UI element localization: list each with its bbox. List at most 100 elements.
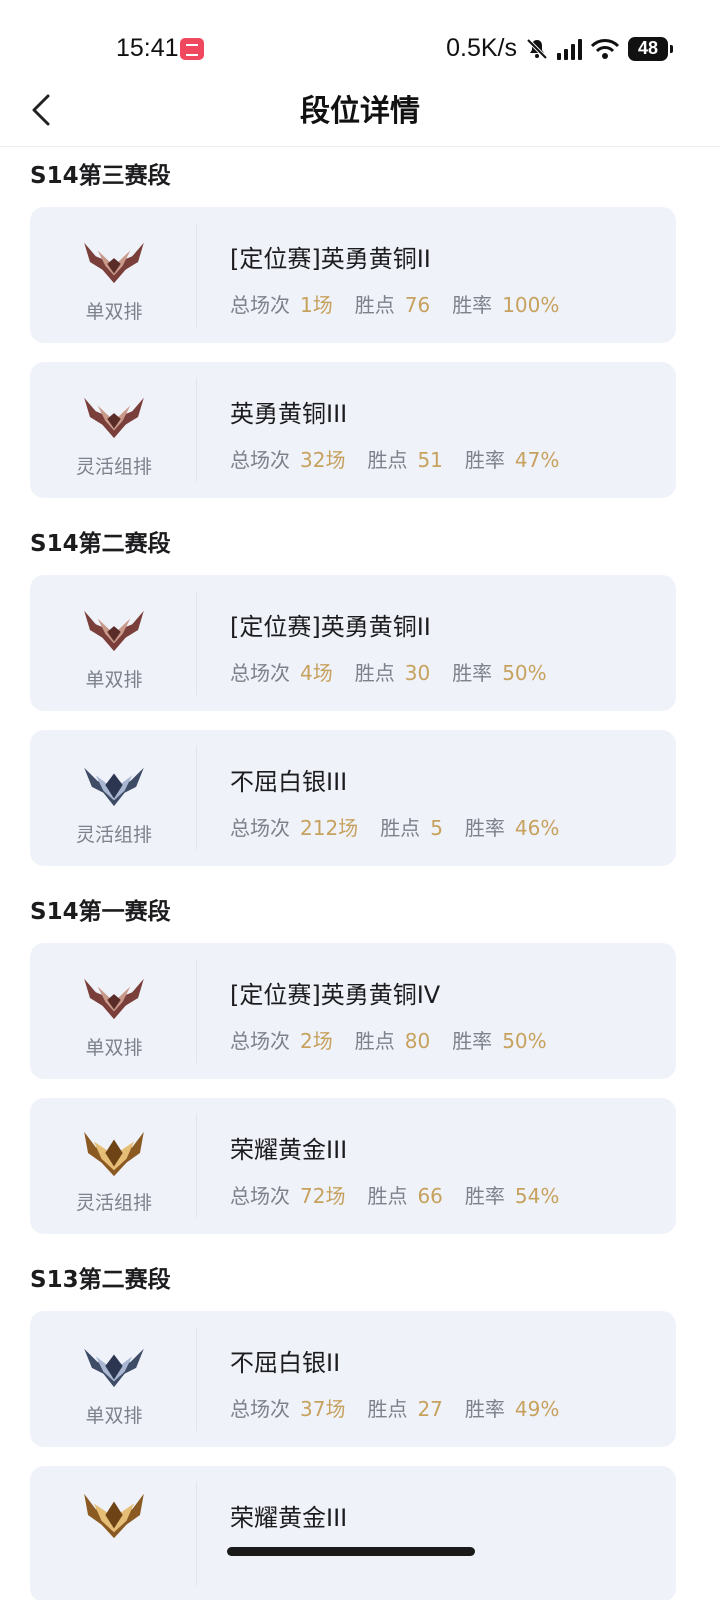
- gold-rank-emblem-icon: [84, 1493, 144, 1539]
- winrate-label: 胜率: [452, 293, 493, 317]
- divider: [196, 591, 197, 695]
- games-value: 212场: [300, 816, 359, 840]
- lp-value: 5: [430, 816, 443, 840]
- status-bar: 15:41 0.5K/s 48: [0, 0, 720, 96]
- winrate-value: 54%: [514, 1184, 560, 1208]
- stats-row: 总场次 4场 胜点 30 胜率 50%: [230, 657, 569, 686]
- lp-value: 76: [404, 293, 431, 317]
- lp-value: 80: [404, 1029, 431, 1053]
- divider: [196, 1327, 197, 1431]
- queue-label: 单双排: [85, 669, 143, 691]
- stats-row: 总场次 72场 胜点 66 胜率 54%: [230, 1180, 581, 1209]
- rank-name: 不屈白银II: [230, 1349, 341, 1377]
- rank-card[interactable]: 单双排 [定位赛]英勇黄铜II 总场次 4场 胜点 30 胜率 50%: [30, 575, 676, 711]
- bronze-rank-emblem-icon: [84, 397, 144, 439]
- winrate-value: 49%: [514, 1397, 560, 1421]
- winrate-label: 胜率: [452, 1029, 493, 1053]
- divider: [196, 378, 197, 482]
- lp-label: 胜点: [367, 1397, 408, 1421]
- games-value: 72场: [300, 1184, 346, 1208]
- queue-label: 单双排: [85, 1405, 143, 1427]
- battery-icon: 48: [628, 36, 673, 61]
- games-label: 总场次: [230, 1029, 290, 1053]
- winrate-value: 50%: [502, 661, 547, 685]
- page-title: 段位详情: [300, 94, 420, 129]
- games-label: 总场次: [230, 1184, 290, 1208]
- rank-card[interactable]: 灵活组排 荣耀黄金III 总场次 72场 胜点 66 胜率 54%: [30, 1098, 676, 1234]
- queue-label: 单双排: [85, 1037, 143, 1059]
- games-value: 37场: [300, 1397, 346, 1421]
- home-indicator[interactable]: [227, 1547, 475, 1556]
- bronze-rank-emblem-icon: [84, 242, 144, 284]
- season-section: S14第二赛段 单双排 [定位赛]英勇黄铜II 总场次 4场 胜点 30 胜率 50%…: [0, 528, 720, 866]
- rank-card[interactable]: 单双排 [定位赛]英勇黄铜IV 总场次 2场 胜点 80 胜率 50%: [30, 943, 676, 1079]
- lp-label: 胜点: [380, 816, 421, 840]
- games-label: 总场次: [230, 1397, 290, 1421]
- lp-value: 51: [417, 448, 443, 472]
- games-label: 总场次: [230, 448, 290, 472]
- games-value: 1场: [300, 293, 333, 317]
- queue-label: 灵活组排: [75, 456, 152, 478]
- bronze-rank-emblem-icon: [84, 978, 144, 1020]
- divider: [196, 746, 197, 850]
- nav-bar: 段位详情: [0, 94, 720, 147]
- season-title: S14第二赛段: [30, 531, 171, 557]
- winrate-value: 46%: [514, 816, 560, 840]
- games-label: 总场次: [230, 816, 290, 840]
- rank-name: [定位赛]英勇黄铜II: [230, 245, 431, 273]
- bronze-rank-emblem-icon: [84, 610, 144, 652]
- rank-card[interactable]: 单双排 [定位赛]英勇黄铜II 总场次 1场 胜点 76 胜率 100%: [30, 207, 676, 343]
- winrate-label: 胜率: [464, 1397, 505, 1421]
- queue-label: 单双排: [85, 301, 143, 323]
- queue-label: 灵活组排: [75, 824, 152, 846]
- lp-label: 胜点: [354, 1029, 395, 1053]
- stats-row: 总场次 212场 胜点 5 胜率 46%: [230, 812, 581, 841]
- rank-name: [定位赛]英勇黄铜IV: [230, 981, 441, 1009]
- winrate-value: 50%: [502, 1029, 547, 1053]
- games-value: 4场: [300, 661, 333, 685]
- lp-value: 27: [417, 1397, 443, 1421]
- wifi-icon: [590, 38, 620, 59]
- winrate-label: 胜率: [464, 448, 505, 472]
- rank-card[interactable]: 荣耀黄金III: [30, 1466, 676, 1600]
- season-title: S14第一赛段: [30, 899, 171, 925]
- rank-card[interactable]: 单双排 不屈白银II 总场次 37场 胜点 27 胜率 49%: [30, 1311, 676, 1447]
- games-label: 总场次: [230, 661, 290, 685]
- silver-rank-emblem-icon: [84, 1348, 144, 1388]
- season-section: S14第三赛段 单双排 [定位赛]英勇黄铜II 总场次 1场 胜点 76 胜率 100…: [0, 160, 720, 498]
- rank-list: S14第三赛段 单双排 [定位赛]英勇黄铜II 总场次 1场 胜点 76 胜率 100…: [0, 146, 720, 1600]
- games-value: 32场: [300, 448, 346, 472]
- stats-row: 总场次 2场 胜点 80 胜率 50%: [230, 1025, 569, 1054]
- winrate-label: 胜率: [464, 1184, 505, 1208]
- season-title: S13第二赛段: [30, 1267, 171, 1293]
- lp-label: 胜点: [367, 1184, 408, 1208]
- status-indicators: 0.5K/s 48: [446, 34, 673, 63]
- lp-value: 30: [404, 661, 431, 685]
- rank-name: 不屈白银III: [230, 768, 348, 796]
- games-value: 2场: [300, 1029, 333, 1053]
- rank-card[interactable]: 灵活组排 不屈白银III 总场次 212场 胜点 5 胜率 46%: [30, 730, 676, 866]
- rank-name: [定位赛]英勇黄铜II: [230, 613, 431, 641]
- games-label: 总场次: [230, 293, 290, 317]
- lp-label: 胜点: [354, 293, 395, 317]
- gold-rank-emblem-icon: [84, 1131, 144, 1177]
- notification-icon: [180, 38, 204, 60]
- rank-name: 荣耀黄金III: [230, 1504, 348, 1532]
- lp-label: 胜点: [354, 661, 395, 685]
- cell-signal-icon: [557, 38, 582, 60]
- stats-row: 总场次 32场 胜点 51 胜率 47%: [230, 444, 581, 473]
- queue-label: 灵活组排: [75, 1192, 152, 1214]
- rank-name: 荣耀黄金III: [230, 1136, 348, 1164]
- rank-card[interactable]: 灵活组排 英勇黄铜III 总场次 32场 胜点 51 胜率 47%: [30, 362, 676, 498]
- winrate-label: 胜率: [452, 661, 493, 685]
- divider: [196, 1114, 197, 1218]
- divider: [196, 1482, 197, 1586]
- status-time: 15:41: [116, 34, 179, 62]
- stats-row: 总场次 1场 胜点 76 胜率 100%: [230, 289, 581, 318]
- stats-row: 总场次 37场 胜点 27 胜率 49%: [230, 1393, 581, 1422]
- winrate-value: 47%: [514, 448, 560, 472]
- silver-rank-emblem-icon: [84, 767, 144, 807]
- mute-bell-icon: [526, 38, 548, 59]
- network-speed: 0.5K/s: [446, 34, 517, 62]
- lp-value: 66: [417, 1184, 443, 1208]
